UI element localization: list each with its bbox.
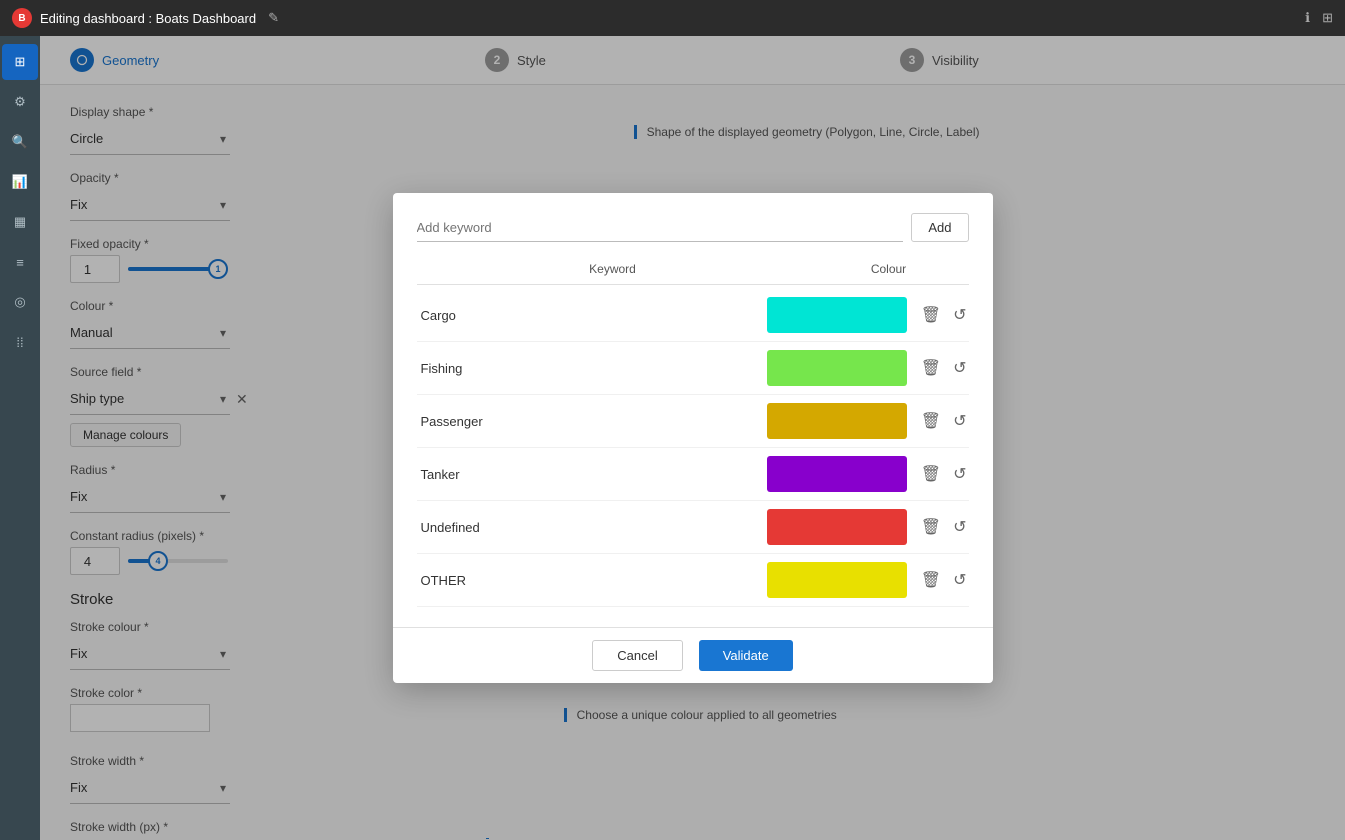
keyword-colour-modal: Add Keyword Colour Cargo 🗑 ↺ Fishing 🗑 ↺ <box>393 193 993 683</box>
kw-row-3: Tanker 🗑 ↺ <box>417 448 969 501</box>
info-icon[interactable]: ℹ <box>1305 10 1310 26</box>
kw-delete-4[interactable]: 🗑 <box>919 515 943 539</box>
modal-body: Add Keyword Colour Cargo 🗑 ↺ Fishing 🗑 ↺ <box>393 193 993 627</box>
kw-color-box-0[interactable] <box>767 297 907 333</box>
sidebar-item-analytics[interactable]: 📊 <box>2 164 38 200</box>
col-keyword-header: Keyword <box>417 262 809 276</box>
kw-row-2: Passenger 🗑 ↺ <box>417 395 969 448</box>
kw-label-0: Cargo <box>417 308 767 323</box>
kw-row-4: Undefined 🗑 ↺ <box>417 501 969 554</box>
kw-reset-4[interactable]: ↺ <box>951 515 968 539</box>
main-content: Geometry 2 Style 3 Visibility Display sh… <box>40 36 1345 840</box>
sidebar-item-modules[interactable]: ⁞⁞ <box>2 324 38 360</box>
cancel-button[interactable]: Cancel <box>592 640 682 671</box>
kw-delete-0[interactable]: 🗑 <box>919 303 943 327</box>
kw-color-box-4[interactable] <box>767 509 907 545</box>
kw-delete-1[interactable]: 🗑 <box>919 356 943 380</box>
kw-label-4: Undefined <box>417 520 767 535</box>
validate-button[interactable]: Validate <box>699 640 793 671</box>
sidebar-item-grid[interactable]: ▦ <box>2 204 38 240</box>
kw-reset-2[interactable]: ↺ <box>951 409 968 433</box>
kw-actions-0: 🗑 ↺ <box>919 303 969 327</box>
kw-reset-0[interactable]: ↺ <box>951 303 968 327</box>
add-keyword-button[interactable]: Add <box>911 213 968 242</box>
kw-color-box-1[interactable] <box>767 350 907 386</box>
add-keyword-input[interactable] <box>417 214 904 242</box>
sidebar-item-dashboard[interactable]: ⊞ <box>2 44 38 80</box>
kw-label-2: Passenger <box>417 414 767 429</box>
sidebar-item-search[interactable]: 🔍 <box>2 124 38 160</box>
kw-reset-5[interactable]: ↺ <box>951 568 968 592</box>
kw-delete-2[interactable]: 🗑 <box>919 409 943 433</box>
sidebar-item-layers[interactable]: ≡ <box>2 244 38 280</box>
kw-row-1: Fishing 🗑 ↺ <box>417 342 969 395</box>
top-bar: B Editing dashboard : Boats Dashboard ✎ … <box>0 0 1345 36</box>
modal-overlay[interactable]: Add Keyword Colour Cargo 🗑 ↺ Fishing 🗑 ↺ <box>40 36 1345 840</box>
kw-label-3: Tanker <box>417 467 767 482</box>
kw-color-box-2[interactable] <box>767 403 907 439</box>
kw-label-5: OTHER <box>417 573 767 588</box>
kw-table-header: Keyword Colour <box>417 258 969 285</box>
kw-row-5: OTHER 🗑 ↺ <box>417 554 969 607</box>
kw-reset-3[interactable]: ↺ <box>951 462 968 486</box>
app-icon: B <box>12 8 32 28</box>
modal-footer: Cancel Validate <box>393 627 993 683</box>
layout: ⊞ ⚙ 🔍 📊 ▦ ≡ ◎ ⁞⁞ Geometry 2 Style 3 Visi… <box>0 36 1345 840</box>
kw-actions-4: 🗑 ↺ <box>919 515 969 539</box>
sidebar: ⊞ ⚙ 🔍 📊 ▦ ≡ ◎ ⁞⁞ <box>0 36 40 840</box>
kw-color-box-3[interactable] <box>767 456 907 492</box>
keyword-rows-container: Cargo 🗑 ↺ Fishing 🗑 ↺ Passenger 🗑 ↺ Tank… <box>417 289 969 607</box>
kw-actions-5: 🗑 ↺ <box>919 568 969 592</box>
kw-delete-5[interactable]: 🗑 <box>919 568 943 592</box>
kw-delete-3[interactable]: 🗑 <box>919 462 943 486</box>
page-title: Editing dashboard : Boats Dashboard <box>40 11 256 26</box>
sidebar-item-target[interactable]: ◎ <box>2 284 38 320</box>
kw-label-1: Fishing <box>417 361 767 376</box>
edit-icon[interactable]: ✎ <box>268 10 279 26</box>
keyword-input-row: Add <box>417 213 969 242</box>
kw-row-0: Cargo 🗑 ↺ <box>417 289 969 342</box>
kw-actions-3: 🗑 ↺ <box>919 462 969 486</box>
kw-actions-2: 🗑 ↺ <box>919 409 969 433</box>
top-bar-right: ℹ ⊞ <box>1305 10 1333 26</box>
kw-reset-1[interactable]: ↺ <box>951 356 968 380</box>
kw-color-box-5[interactable] <box>767 562 907 598</box>
grid-icon[interactable]: ⊞ <box>1322 10 1333 26</box>
sidebar-item-settings[interactable]: ⚙ <box>2 84 38 120</box>
col-colour-header: Colour <box>809 262 969 276</box>
kw-actions-1: 🗑 ↺ <box>919 356 969 380</box>
